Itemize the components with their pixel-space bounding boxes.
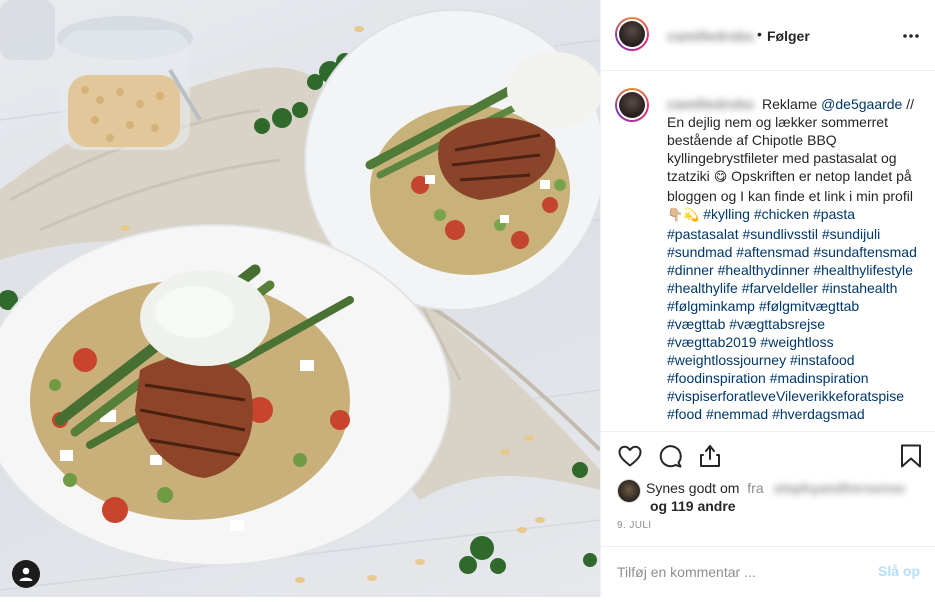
hashtag-link[interactable]: #food (667, 406, 702, 422)
emoji-yum: 😋 (713, 170, 728, 185)
share-icon[interactable] (697, 443, 723, 469)
username[interactable]: camilledrobo (667, 28, 754, 44)
comment-input[interactable] (617, 559, 857, 585)
caption-username[interactable]: camilledrobo (667, 95, 754, 113)
hashtag-link[interactable]: #pastasalat (667, 226, 739, 242)
hashtag-link[interactable]: #sundijuli (822, 226, 880, 242)
likes-prefix: Synes godt om (646, 480, 740, 496)
hashtag-link[interactable]: #farveldeller (742, 280, 818, 296)
food-photo (0, 0, 600, 591)
hashtag-link[interactable]: #pasta (813, 206, 855, 222)
hashtag-link[interactable]: #healthydinner (718, 262, 810, 278)
caption-avatar[interactable] (615, 88, 649, 122)
hashtag-link[interactable]: #foodinspiration (667, 370, 766, 386)
hashtag-list: #kylling #chicken #pasta #pastasalat #su… (667, 206, 917, 422)
hashtag-link[interactable]: #sundmad (667, 244, 732, 260)
post-date[interactable]: 9. JULI (617, 520, 651, 531)
hashtag-link[interactable]: #weightlossjourney (667, 352, 786, 368)
hashtag-link[interactable]: #aftensmad (736, 244, 809, 260)
hashtag-link[interactable]: #sundaftensmad (813, 244, 917, 260)
hashtag-link[interactable]: #følgminkamp (667, 298, 755, 314)
hashtag-link[interactable]: #madinspiration (770, 370, 869, 386)
hashtag-link[interactable]: #vægttab2019 (667, 334, 757, 350)
likes-others[interactable]: og 119 andre (650, 498, 736, 514)
hashtag-link[interactable]: #kylling (703, 206, 750, 222)
hashtag-link[interactable]: #følgmitvægttab (759, 298, 859, 314)
hashtag-link[interactable]: #vispiserforatleveVileverikkeforatspise (667, 388, 904, 404)
hashtag-link[interactable]: #hverdagsmad (772, 406, 865, 422)
caption-intro: Reklame (762, 96, 818, 112)
bookmark-icon[interactable] (898, 443, 924, 469)
likes-fra: fra (747, 480, 764, 496)
user-icon (19, 567, 33, 581)
comment-bar: Slå op (601, 546, 935, 597)
caption-mention[interactable]: @de5gaarde (821, 96, 902, 112)
hashtag-link[interactable]: #vægttabsrejse (729, 316, 825, 332)
avatar[interactable] (615, 17, 649, 51)
hashtag-link[interactable]: #chicken (754, 206, 809, 222)
follow-button[interactable]: Følger (767, 28, 810, 44)
hashtag-link[interactable]: #weightloss (760, 334, 833, 350)
heart-icon[interactable] (617, 443, 643, 469)
post-sidebar: camilledrobo • Følger camilledrobo Rekla… (600, 0, 935, 597)
hashtag-link[interactable]: #healthylifestyle (813, 262, 913, 278)
hashtag-link[interactable]: #sundlivsstil (743, 226, 818, 242)
liker-username[interactable]: stephyandhersense (774, 480, 906, 496)
comment-icon[interactable] (657, 443, 683, 469)
post-comment-button[interactable]: Slå op (878, 563, 920, 579)
more-icon[interactable] (901, 26, 921, 46)
hashtag-link[interactable]: #instahealth (822, 280, 898, 296)
hashtag-link[interactable]: #dinner (667, 262, 714, 278)
hashtag-link[interactable]: #instafood (790, 352, 855, 368)
hashtag-link[interactable]: #healthylife (667, 280, 738, 296)
caption-area: camilledrobo Reklame @de5gaarde // En de… (601, 72, 935, 430)
tagged-users-button[interactable] (12, 560, 40, 588)
hashtag-link[interactable]: #vægttab (667, 316, 725, 332)
liker-avatar[interactable] (617, 479, 641, 503)
post-header: camilledrobo • Følger (601, 0, 935, 71)
separator-dot: • (757, 26, 762, 42)
post-image[interactable] (0, 0, 600, 597)
hashtag-link[interactable]: #nemmad (706, 406, 768, 422)
emoji-point-down: 👇🏼💫 (667, 208, 700, 223)
caption-text: camilledrobo Reklame @de5gaarde // En de… (667, 95, 917, 423)
